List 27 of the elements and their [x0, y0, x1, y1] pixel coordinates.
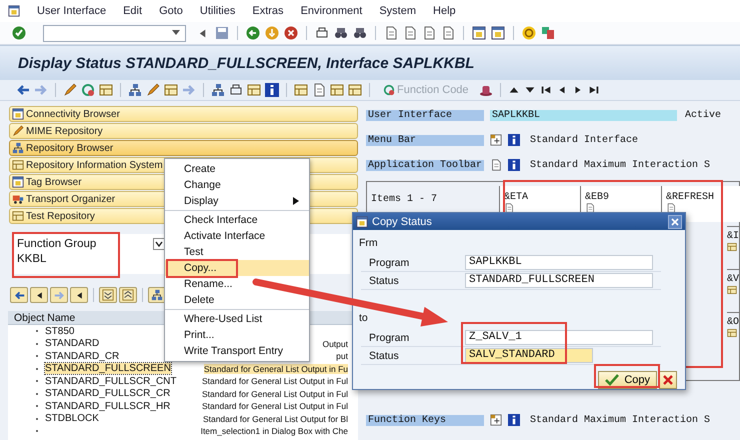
description-cell: Item_selection1 in Dialog Box with Che: [200, 426, 348, 436]
field-label: Status: [369, 350, 399, 362]
description-cell: put: [336, 351, 348, 362]
field-label: Menu Bar: [366, 134, 484, 146]
column-header: Object Name: [14, 312, 76, 324]
description-cell: Standard for General List Output in Ful: [202, 388, 348, 399]
description-text: Standard Maximum Interaction S: [530, 160, 710, 170]
description-cell: Standard for General List Output in Ful: [202, 401, 348, 412]
table-header: Items 1 - 7: [371, 194, 438, 205]
field-label: User Interface: [366, 110, 484, 120]
description-cell: Standard for General List Output for Bl: [202, 414, 348, 424]
field-label: Program: [369, 332, 410, 344]
field-label: Function Keys: [366, 414, 484, 426]
field-label: Status: [369, 274, 399, 286]
group-label: to: [359, 312, 368, 326]
field-label: Application Toolbar: [366, 160, 484, 170]
interface-field: SAPLKKBL: [490, 110, 677, 120]
description-cell: Output: [322, 338, 348, 349]
description-text: Standard Maximum Interaction S: [530, 414, 710, 426]
group-label: Frm: [359, 237, 378, 251]
description-cell: Standard for General List Output in Fu: [204, 364, 348, 374]
description-cell: Standard for General List Output in Ful: [202, 376, 348, 386]
status-text: Active: [685, 110, 722, 120]
field-label: Program: [369, 256, 410, 268]
screen-title: Display Status STANDARD_FULLSCREEN, Interface SAPLKKBL: [18, 54, 474, 72]
dialog-title: Copy Status: [372, 216, 433, 228]
description-text: Standard Interface: [530, 134, 638, 146]
